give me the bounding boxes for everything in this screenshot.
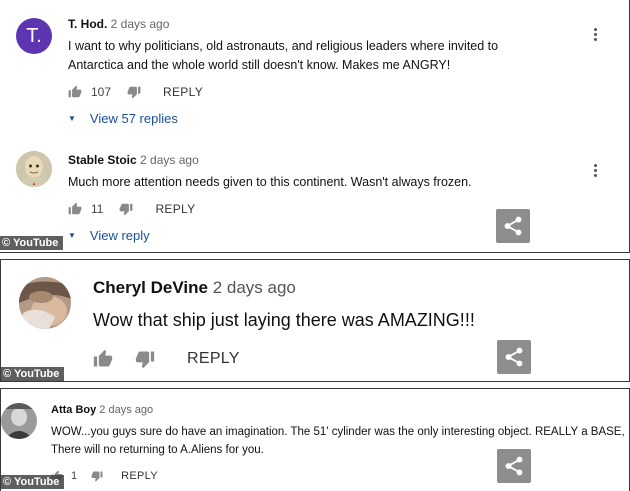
comment-text: WOW...you guys sure do have an imaginati… (51, 426, 625, 457)
comment-author[interactable]: Cheryl DeVine 2 days ago (93, 278, 296, 298)
comments-panel-3: Atta Boy 2 days ago WOW...you guys sure … (0, 388, 630, 491)
thumbs-down-icon[interactable] (127, 85, 141, 99)
comment-actions: 107 REPLY (68, 85, 203, 99)
share-button[interactable] (497, 340, 531, 374)
thumbs-up-icon[interactable] (68, 85, 82, 99)
reply-button[interactable]: REPLY (163, 85, 203, 99)
avatar-cheryl-devine[interactable] (19, 277, 71, 329)
comments-panel-2: Cheryl DeVine 2 days ago Wow that ship j… (0, 259, 630, 382)
more-options-icon[interactable] (589, 164, 601, 177)
comment-author[interactable]: Stable Stoic 2 days ago (68, 153, 199, 167)
comment-actions: 11 REPLY (68, 202, 195, 216)
share-icon (505, 456, 523, 476)
comment-author[interactable]: Atta Boy 2 days ago (51, 404, 153, 416)
youtube-watermark: © YouTube (1, 367, 65, 381)
thumbs-down-icon[interactable] (135, 349, 155, 369)
view-replies-link[interactable]: ▼ View 57 replies (68, 111, 178, 126)
view-replies-label[interactable]: View 57 replies (90, 111, 178, 126)
avatar-atta-boy[interactable] (1, 403, 37, 439)
thumbs-up-icon[interactable] (68, 202, 82, 216)
thumbs-down-icon[interactable] (119, 202, 133, 216)
comment-timestamp: 2 days ago (140, 153, 199, 167)
author-name[interactable]: T. Hod. (68, 17, 107, 31)
reply-button[interactable]: REPLY (187, 350, 240, 368)
reply-button[interactable]: REPLY (121, 470, 158, 482)
like-count: 107 (91, 85, 112, 99)
caret-down-icon: ▼ (68, 114, 76, 123)
more-options-icon[interactable] (589, 28, 601, 41)
view-replies-link[interactable]: ▼ View reply (68, 228, 150, 243)
youtube-watermark: © YouTube (1, 475, 65, 489)
share-button[interactable] (497, 449, 531, 483)
reply-button[interactable]: REPLY (155, 202, 195, 216)
comments-panel-1: T. T. Hod. 2 days ago I want to why poli… (0, 0, 630, 253)
share-button[interactable] (496, 209, 530, 243)
comment-timestamp: 2 days ago (212, 278, 296, 297)
comment-actions: 1 REPLY (51, 470, 158, 482)
thumbs-up-icon[interactable] (93, 349, 113, 369)
comment-timestamp: 2 days ago (110, 17, 170, 31)
comment-text: Much more attention needs given to this … (68, 175, 472, 189)
author-name[interactable]: Atta Boy (51, 404, 96, 416)
comment-text: I want to why politicians, old astronaut… (68, 39, 499, 73)
author-name[interactable]: Stable Stoic (68, 153, 137, 167)
share-icon (504, 216, 522, 236)
like-count: 1 (71, 470, 78, 482)
view-replies-label[interactable]: View reply (90, 228, 150, 243)
avatar-stable-stoic[interactable] (16, 151, 52, 187)
avatar-letter: T. (26, 24, 42, 47)
caret-down-icon: ▼ (68, 231, 76, 240)
share-icon (505, 347, 523, 367)
thumbs-down-icon[interactable] (91, 470, 103, 482)
comment-author[interactable]: T. Hod. 2 days ago (68, 17, 169, 31)
comment-timestamp: 2 days ago (99, 404, 154, 416)
like-count: 11 (91, 202, 104, 216)
comment-actions: REPLY (93, 349, 240, 369)
avatar-t-hod[interactable]: T. (16, 18, 52, 54)
comment-text: Wow that ship just laying there was AMAZ… (93, 310, 475, 330)
youtube-watermark: © YouTube (0, 236, 64, 250)
author-name[interactable]: Cheryl DeVine (93, 278, 208, 297)
